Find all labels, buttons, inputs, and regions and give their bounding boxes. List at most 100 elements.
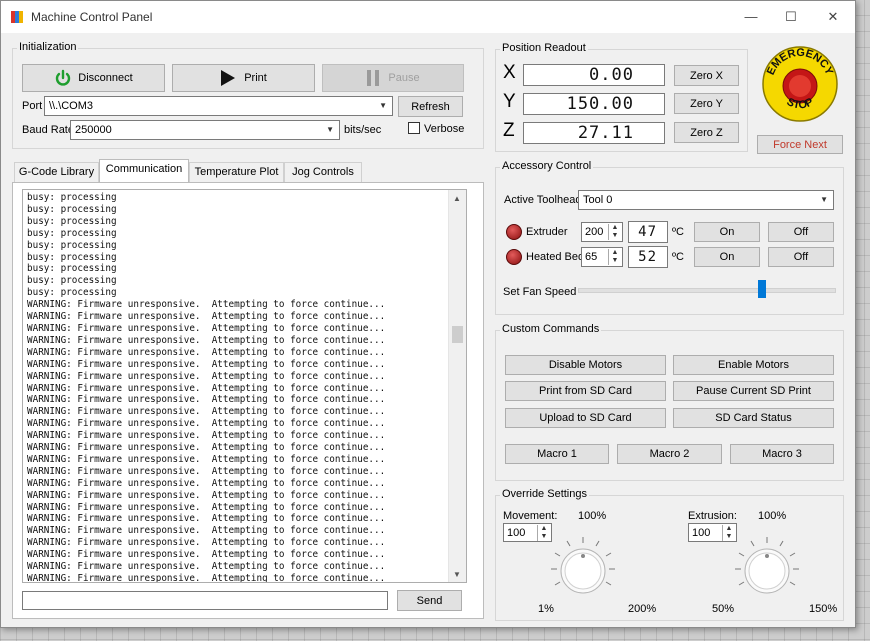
disconnect-button[interactable]: Disconnect: [22, 64, 165, 92]
close-button[interactable]: ✕: [825, 9, 841, 25]
extruder-off-button[interactable]: Off: [768, 222, 834, 242]
send-button[interactable]: Send: [397, 590, 462, 611]
toolhead-value: Tool 0: [583, 194, 613, 206]
spin-arrows-icon[interactable]: ▲ ▼: [608, 249, 621, 265]
pause-button[interactable]: Pause: [322, 64, 464, 92]
log-line: WARNING: Firmware unresponsive. Attempti…: [27, 513, 386, 525]
scroll-down-icon[interactable]: ▼: [453, 570, 461, 579]
log-line: WARNING: Firmware unresponsive. Attempti…: [27, 537, 386, 549]
x-axis-label: X: [503, 62, 516, 83]
baud-rate-select[interactable]: 250000 ▼: [70, 120, 340, 140]
accessory-control-title: Accessory Control: [500, 160, 594, 172]
port-label: Port: [22, 100, 43, 112]
movement-value: 100: [507, 527, 526, 539]
extrusion-percent: 100%: [758, 510, 787, 522]
bed-target-stepper[interactable]: 65 ▲ ▼: [581, 247, 623, 267]
log-line: WARNING: Firmware unresponsive. Attempti…: [27, 453, 386, 465]
emergency-stop-button[interactable]: EMERGENCY STOP: [761, 45, 839, 123]
pause-label: Pause: [388, 72, 420, 84]
log-line: busy: processing: [27, 192, 117, 203]
disconnect-label: Disconnect: [78, 72, 133, 84]
zero-y-button[interactable]: Zero Y: [674, 93, 739, 114]
disable-motors-button[interactable]: Disable Motors: [505, 355, 666, 375]
minimize-button[interactable]: —: [743, 9, 759, 25]
movement-max-label: 200%: [628, 603, 657, 615]
log-line: busy: processing: [27, 227, 117, 239]
toolhead-select[interactable]: Tool 0 ▼: [578, 190, 834, 210]
upload-sd-button[interactable]: Upload to SD Card: [505, 408, 666, 428]
baud-rate-value: 250000: [75, 124, 112, 136]
power-icon: [56, 69, 71, 86]
print-button[interactable]: Print: [172, 64, 315, 92]
movement-stepper[interactable]: 100 ▲ ▼: [503, 523, 552, 542]
log-line: WARNING: Firmware unresponsive. Attempti…: [27, 334, 386, 346]
chevron-down-icon: ▼: [326, 125, 334, 134]
maximize-button[interactable]: ☐: [783, 9, 799, 25]
force-next-button[interactable]: Force Next: [757, 135, 843, 154]
tab-gcode-library[interactable]: G-Code Library: [14, 162, 99, 182]
verbose-label: Verbose: [424, 123, 465, 135]
baud-unit-label: bits/sec: [344, 124, 382, 136]
macro-2-button[interactable]: Macro 2: [617, 444, 722, 464]
log-scrollbar[interactable]: ▲ ▼: [448, 190, 466, 582]
log-line: WARNING: Firmware unresponsive. Attempti…: [27, 489, 386, 501]
macro-1-button[interactable]: Macro 1: [505, 444, 609, 464]
macro-3-button[interactable]: Macro 3: [730, 444, 834, 464]
scroll-up-icon[interactable]: ▲: [453, 194, 461, 203]
sd-card-status-button[interactable]: SD Card Status: [673, 408, 834, 428]
tab-jog-controls[interactable]: Jog Controls: [284, 162, 362, 182]
extrusion-dial[interactable]: [732, 534, 802, 604]
fan-speed-track[interactable]: [578, 288, 836, 293]
custom-commands-title: Custom Commands: [500, 323, 602, 335]
extrusion-max-label: 150%: [809, 603, 838, 615]
movement-dial[interactable]: [548, 534, 618, 604]
zero-x-button[interactable]: Zero X: [674, 65, 739, 86]
scroll-thumb[interactable]: [452, 326, 463, 343]
extrusion-stepper[interactable]: 100 ▲ ▼: [688, 523, 737, 542]
zero-z-button[interactable]: Zero Z: [674, 122, 739, 143]
y-position-readout: 150.00: [523, 93, 665, 115]
fan-speed-label: Set Fan Speed: [503, 286, 577, 298]
port-value: \\.\COM3: [49, 100, 94, 112]
extrusion-min-label: 50%: [712, 603, 735, 615]
port-select[interactable]: \\.\COM3 ▼: [44, 96, 393, 116]
print-from-sd-button[interactable]: Print from SD Card: [505, 381, 666, 401]
extruder-target-stepper[interactable]: 200 ▲ ▼: [581, 222, 623, 242]
chevron-down-icon: ▼: [379, 101, 387, 110]
log-line: busy: processing: [27, 215, 117, 227]
fan-speed-slider[interactable]: [758, 280, 767, 298]
log-line: busy: processing: [27, 203, 117, 215]
spin-arrows-icon[interactable]: ▲ ▼: [608, 224, 621, 240]
movement-min-label: 1%: [538, 603, 554, 615]
log-line: WARNING: Firmware unresponsive. Attempti…: [27, 573, 386, 583]
communication-log[interactable]: busy: processing busy: processing busy: pr…: [22, 189, 467, 583]
extrusion-value: 100: [692, 527, 711, 539]
log-line: WARNING: Firmware unresponsive. Attempti…: [27, 394, 386, 406]
log-line: WARNING: Firmware unresponsive. Attempti…: [27, 406, 386, 418]
command-input[interactable]: [22, 591, 388, 610]
enable-motors-button[interactable]: Enable Motors: [673, 355, 834, 375]
tab-communication[interactable]: Communication: [99, 159, 189, 183]
refresh-button[interactable]: Refresh: [398, 96, 463, 117]
bed-off-button[interactable]: Off: [768, 247, 834, 267]
log-line: busy: processing: [27, 251, 117, 263]
title-bar: Machine Control Panel — ☐ ✕: [1, 1, 855, 33]
log-line: WARNING: Firmware unresponsive. Attempti…: [27, 299, 386, 311]
extruder-unit-label: ºC: [672, 226, 684, 238]
log-line: WARNING: Firmware unresponsive. Attempti…: [27, 346, 386, 358]
tab-temperature-plot[interactable]: Temperature Plot: [189, 162, 284, 182]
y-axis-label: Y: [503, 91, 516, 112]
app-icon: [11, 11, 23, 23]
heated-bed-status-led: [506, 249, 522, 265]
extruder-on-button[interactable]: On: [694, 222, 760, 242]
z-position-readout: 27.11: [523, 122, 665, 144]
bed-actual-readout: 52: [628, 246, 668, 268]
movement-label: Movement:: [503, 510, 558, 522]
active-toolhead-label: Active Toolhead: [504, 194, 582, 206]
verbose-checkbox[interactable]: [408, 122, 420, 134]
log-line: WARNING: Firmware unresponsive. Attempti…: [27, 465, 386, 477]
bed-on-button[interactable]: On: [694, 247, 760, 267]
pause-sd-print-button[interactable]: Pause Current SD Print: [673, 381, 834, 401]
window-title: Machine Control Panel: [31, 10, 153, 24]
z-axis-label: Z: [503, 120, 515, 141]
